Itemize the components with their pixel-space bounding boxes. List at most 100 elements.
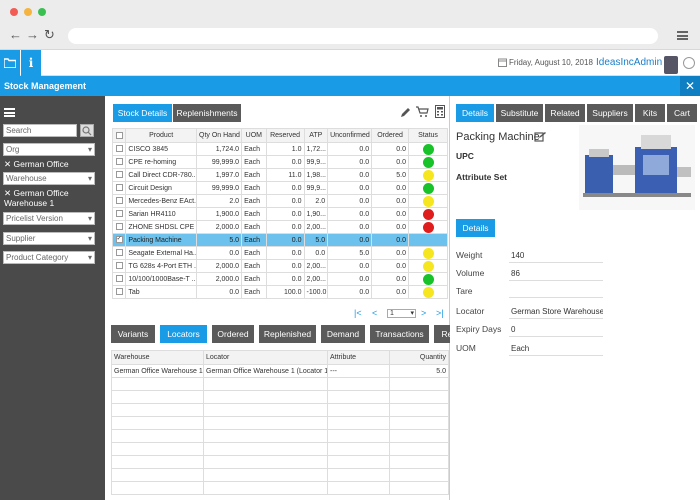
prev-page-icon[interactable]: < xyxy=(372,308,377,318)
checkbox[interactable] xyxy=(115,288,123,296)
table-row[interactable]: Sarian HR4110 1,900.0 Each 0.0 1,90... 0.0 0.0 xyxy=(111,207,448,221)
folder-icon[interactable] xyxy=(0,50,20,76)
table-row[interactable]: CISCO 3845 1,724.0 Each 1.0 1,72... 0.0 0.0 xyxy=(111,142,448,156)
org-tag[interactable]: ✕ German Office xyxy=(4,159,104,169)
col-ordered[interactable]: Ordered xyxy=(371,128,410,143)
tab-cart[interactable]: Cart xyxy=(667,104,697,122)
edit-icon[interactable] xyxy=(534,131,546,143)
search-input[interactable]: Search xyxy=(3,124,77,137)
row-checkbox[interactable] xyxy=(111,246,127,260)
info-icon[interactable]: i xyxy=(21,50,41,76)
table-row[interactable]: CPE re-homing 99,999.0 Each 0.0 99,9... 0.0 0.… xyxy=(111,155,448,169)
minimize-window-dot[interactable] xyxy=(24,8,32,16)
browser-menu-icon[interactable] xyxy=(677,31,688,40)
warehouse-select[interactable]: Warehouse xyxy=(3,172,95,185)
table-row[interactable]: German Office Warehouse 1 German Office W… xyxy=(111,364,449,378)
tab-variants[interactable]: Variants xyxy=(111,325,155,343)
prop-value-volume[interactable]: 86 xyxy=(509,269,603,281)
prop-value-expiry-days[interactable]: 0 xyxy=(509,325,603,337)
last-page-icon[interactable]: >| xyxy=(436,308,444,318)
tab-repler[interactable]: Repler xyxy=(434,325,450,343)
tab-stock-details[interactable]: Stock Details xyxy=(113,104,172,122)
tab-demand[interactable]: Demand xyxy=(321,325,365,343)
checkbox[interactable] xyxy=(115,197,123,205)
table-row[interactable] xyxy=(111,468,449,482)
table-row[interactable]: Call Direct CDR-780... 1,997.0 Each 11.0 1,9… xyxy=(111,168,448,182)
tab-related[interactable]: Related xyxy=(545,104,585,122)
table-row[interactable] xyxy=(111,390,449,404)
tab-transactions[interactable]: Transactions xyxy=(370,325,429,343)
table-row[interactable]: ✓ Packing Machine 5.0 Each 0.0 5.0 0.0 0.0 xyxy=(111,233,448,247)
checkbox[interactable] xyxy=(115,158,123,166)
checkbox[interactable] xyxy=(115,184,123,192)
table-row[interactable] xyxy=(111,416,449,430)
col-uom[interactable]: UOM xyxy=(241,128,267,143)
tab-kits[interactable]: Kits xyxy=(635,104,665,122)
checkbox[interactable] xyxy=(115,223,123,231)
table-row[interactable]: 10/100/1000Base-T ... 2,000.0 Each 0.0 2,00.… xyxy=(111,272,448,286)
tab-suppliers[interactable]: Suppliers xyxy=(587,104,633,122)
tab-replenished[interactable]: Replenished xyxy=(259,325,316,343)
row-checkbox[interactable] xyxy=(111,207,127,221)
row-checkbox[interactable] xyxy=(111,259,127,273)
details-button[interactable]: Details xyxy=(456,219,495,237)
table-row[interactable] xyxy=(111,455,449,469)
table-row[interactable]: ZHONE SHDSL CPE 2,000.0 Each 0.0 2,00... 0.0 0… xyxy=(111,220,448,234)
product-category-select[interactable]: Product Category xyxy=(3,251,95,264)
tab-details[interactable]: Details xyxy=(456,104,494,122)
url-bar[interactable] xyxy=(68,28,658,44)
cart-icon[interactable] xyxy=(416,106,429,118)
pricelist-select[interactable]: Pricelist Version xyxy=(3,212,95,225)
tab-replenishments[interactable]: Replenishments xyxy=(173,104,241,122)
row-checkbox[interactable] xyxy=(111,168,127,182)
search-button[interactable] xyxy=(80,124,94,137)
row-checkbox[interactable] xyxy=(111,181,127,195)
col-atp[interactable]: ATP xyxy=(303,128,329,143)
user-name[interactable]: IdeasIncAdmin xyxy=(596,57,662,68)
maximize-window-dot[interactable] xyxy=(38,8,46,16)
table-row[interactable]: TG 628s 4-Port ETH ... 2,000.0 Each 0.0 2,00… xyxy=(111,259,448,273)
prop-value-locator[interactable]: German Store Warehouse 1 xyxy=(509,307,603,319)
forward-arrow-icon[interactable]: → xyxy=(26,28,39,42)
checkbox[interactable]: ✓ xyxy=(115,236,123,244)
col-unconfirmed[interactable]: Unconfirmed xyxy=(327,128,373,143)
table-row[interactable] xyxy=(111,481,449,495)
col-attribute[interactable]: Attribute xyxy=(327,350,390,365)
calculator-icon[interactable] xyxy=(435,105,445,118)
hamburger-menu-icon[interactable] xyxy=(4,108,15,117)
row-checkbox[interactable] xyxy=(111,285,127,299)
table-row[interactable]: Circuit Design 99,999.0 Each 0.0 99,9... 0.0 0… xyxy=(111,181,448,195)
checkbox[interactable] xyxy=(115,210,123,218)
col-quantity[interactable]: Quantity xyxy=(389,350,449,365)
close-window-dot[interactable] xyxy=(10,8,18,16)
table-row[interactable]: Seagate External Ha... 0.0 Each 0.0 0.0 5.0 0.… xyxy=(111,246,448,260)
select-all-checkbox[interactable] xyxy=(111,128,127,143)
checkbox[interactable] xyxy=(115,171,123,179)
tab-substitute[interactable]: Substitute xyxy=(496,104,543,122)
col-locator[interactable]: Locator xyxy=(203,350,328,365)
page-select[interactable]: 1 ▾ xyxy=(387,309,416,318)
reload-icon[interactable]: ↻ xyxy=(44,28,55,42)
table-row[interactable] xyxy=(111,442,449,456)
org-select[interactable]: Org xyxy=(3,143,95,156)
checkbox[interactable] xyxy=(115,145,123,153)
edit-pencil-icon[interactable] xyxy=(400,106,410,118)
col-warehouse[interactable]: Warehouse xyxy=(111,350,204,365)
prop-value-tare[interactable] xyxy=(509,287,603,298)
warehouse-tag[interactable]: ✕ German Office Warehouse 1 xyxy=(4,188,104,208)
first-page-icon[interactable]: |< xyxy=(354,308,362,318)
power-icon[interactable] xyxy=(683,57,695,69)
table-row[interactable] xyxy=(111,403,449,417)
prop-value-weight[interactable]: 140 xyxy=(509,251,603,263)
row-checkbox[interactable] xyxy=(111,220,127,234)
row-checkbox[interactable]: ✓ xyxy=(111,233,127,247)
table-row[interactable] xyxy=(111,377,449,391)
row-checkbox[interactable] xyxy=(111,142,127,156)
close-icon[interactable]: ✕ xyxy=(680,76,700,96)
next-page-icon[interactable]: > xyxy=(421,308,426,318)
col-reserved[interactable]: Reserved xyxy=(265,128,305,143)
tab-ordered[interactable]: Ordered xyxy=(212,325,254,343)
table-row[interactable] xyxy=(111,429,449,443)
prop-value-uom[interactable]: Each xyxy=(509,344,603,356)
supplier-select[interactable]: Supplier xyxy=(3,232,95,245)
